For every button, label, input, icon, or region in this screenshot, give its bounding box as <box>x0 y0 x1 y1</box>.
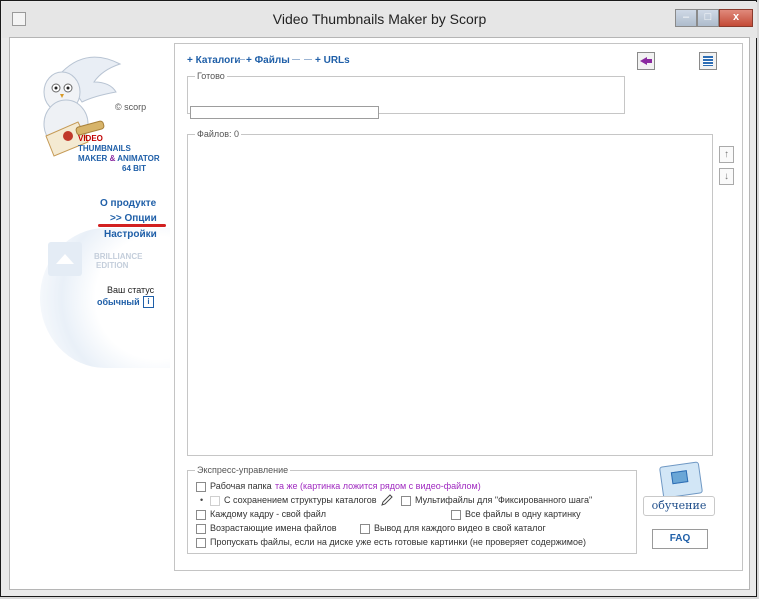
move-down-button[interactable]: ↓ <box>719 168 734 185</box>
work-folder-label: Рабочая папка <box>210 481 272 491</box>
window-title: Video Thumbnails Maker by Scorp <box>272 11 487 27</box>
product-line-3a: MAKER <box>78 154 110 163</box>
product-line-3c: ANIMATOR <box>115 154 160 163</box>
product-line-3: MAKER & ANIMATOR <box>78 154 160 164</box>
tab-separator <box>237 59 245 60</box>
keep-structure-label: С сохранением структуры каталогов <box>224 495 377 505</box>
tutorial-image-icon <box>658 461 704 499</box>
status-label: Ваш статус <box>107 285 155 295</box>
edition-line-1: BRILLIANCE <box>94 252 143 261</box>
list-icon <box>703 56 713 66</box>
work-folder-checkbox[interactable] <box>196 482 206 492</box>
close-button[interactable]: x <box>719 9 753 27</box>
all-one-label: Все файлы в одну картинку <box>465 509 581 519</box>
own-dir-checkbox[interactable] <box>360 524 370 534</box>
list-view-button[interactable] <box>699 52 717 70</box>
tab-urls[interactable]: + URLs <box>315 55 350 66</box>
sidebar-link-settings[interactable]: Настройки <box>104 229 157 240</box>
tab-files[interactable]: + Файлы <box>246 55 290 66</box>
status-value: обычный <box>97 297 140 307</box>
copyright-label: © scorp <box>115 102 147 112</box>
product-line-4: 64 BIT <box>122 164 147 173</box>
title-bar[interactable]: Video Thumbnails Maker by Scorp – □ x <box>2 2 757 38</box>
import-button[interactable] <box>637 52 655 70</box>
ascending-names-label: Возрастающие имена файлов <box>210 523 337 533</box>
bullet: • <box>200 495 204 505</box>
brilliance-upload-icon[interactable] <box>48 242 82 276</box>
product-logo-text: VIDEO THUMBNAILS MAKER & ANIMATOR 64 BIT <box>78 134 160 174</box>
pencil-icon[interactable] <box>380 494 394 506</box>
arrow-shaft <box>646 59 652 63</box>
ready-legend: Готово <box>195 70 227 82</box>
skip-existing-checkbox[interactable] <box>196 538 206 548</box>
active-link-underline <box>98 224 166 227</box>
main-panel: + Каталоги + Файлы + URLs Готово Файлов:… <box>174 43 743 571</box>
work-folder-value-link[interactable]: та же (картинка ложится рядом с видео-фа… <box>275 481 481 492</box>
all-one-checkbox[interactable] <box>451 510 461 520</box>
minimize-button[interactable]: – <box>675 9 697 27</box>
app-window: Video Thumbnails Maker by Scorp – □ x © … <box>0 0 757 597</box>
info-icon[interactable]: i <box>143 296 154 308</box>
progress-bar <box>190 106 379 119</box>
edition-label: BRILLIANCE EDITION <box>94 252 142 270</box>
tab-separator <box>292 59 300 60</box>
learn-label: обучение <box>643 496 715 516</box>
multifiles-checkbox[interactable] <box>401 496 411 506</box>
sidebar-link-options[interactable]: >> Опции <box>110 213 157 224</box>
maximize-button[interactable]: □ <box>697 9 719 27</box>
skip-existing-label: Пропускать файлы, если на диске уже есть… <box>210 537 586 547</box>
move-up-button[interactable]: ↑ <box>719 146 734 163</box>
faq-button[interactable]: FAQ <box>652 529 708 549</box>
sidebar-link-about[interactable]: О продукте <box>100 198 156 209</box>
product-line-1: VIDEO <box>78 134 103 143</box>
express-legend: Экспресс-управление <box>195 464 291 476</box>
keep-structure-checkbox[interactable] <box>210 496 220 506</box>
tab-separator <box>304 59 312 60</box>
own-dir-label: Вывод для каждого видео в свой каталог <box>374 523 546 533</box>
client-area: © scorp VIDEO THUMBNAILS MAKER & ANIMATO… <box>9 37 750 590</box>
ascending-names-checkbox[interactable] <box>196 524 206 534</box>
each-frame-label: Каждому кадру - свой файл <box>210 509 327 519</box>
each-frame-checkbox[interactable] <box>196 510 206 520</box>
files-count-legend: Файлов: 0 <box>195 128 242 140</box>
product-line-2: THUMBNAILS <box>78 144 131 153</box>
tab-catalogs[interactable]: + Каталоги <box>187 55 241 66</box>
multifiles-label: Мультифайлы для "Фиксированного шага" <box>415 495 593 505</box>
learn-button[interactable]: обучение <box>643 461 715 518</box>
file-list-box[interactable]: Файлов: 0 <box>187 128 713 456</box>
edition-line-2: EDITION <box>96 261 129 270</box>
